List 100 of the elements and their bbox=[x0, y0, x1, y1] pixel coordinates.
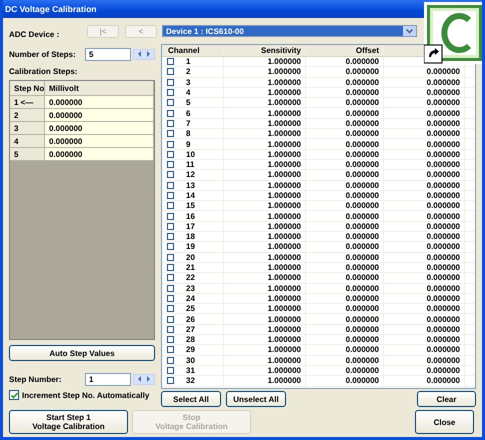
checkbox[interactable] bbox=[167, 120, 174, 127]
close-button[interactable]: Close bbox=[415, 410, 474, 434]
checkbox[interactable] bbox=[167, 89, 174, 96]
checkbox[interactable] bbox=[167, 130, 174, 138]
checkbox[interactable] bbox=[167, 78, 174, 86]
checkbox[interactable] bbox=[167, 346, 174, 354]
checkbox[interactable] bbox=[167, 202, 174, 210]
device-dropdown[interactable]: Device 1 : ICS610-00 bbox=[162, 25, 417, 37]
checkbox[interactable] bbox=[167, 171, 174, 178]
table-cell: 0.000000 bbox=[346, 356, 379, 365]
table-cell: 0.000000 bbox=[426, 242, 460, 252]
table-cell: 17 bbox=[186, 222, 195, 231]
checkbox[interactable] bbox=[167, 284, 174, 292]
table-cell: 1.000000 bbox=[268, 118, 301, 128]
table-cell: 0.000000 bbox=[346, 78, 379, 87]
checkbox[interactable] bbox=[167, 233, 174, 240]
table-cell: 0.000000 bbox=[346, 180, 379, 190]
checkbox[interactable] bbox=[167, 110, 174, 117]
table-cell: 0.000000 bbox=[346, 242, 379, 252]
table-cell: 1.000000 bbox=[268, 150, 301, 159]
row-header[interactable]: 4 bbox=[10, 135, 45, 147]
table-cell[interactable]: 0.000000 bbox=[45, 122, 154, 134]
table-cell: 1.000000 bbox=[268, 242, 301, 252]
table-cell: 12 bbox=[186, 170, 195, 180]
table-cell: 0.000000 bbox=[426, 273, 460, 282]
row-header[interactable]: 2 bbox=[10, 109, 45, 121]
checkbox[interactable] bbox=[167, 316, 174, 323]
table-cell: 20 bbox=[186, 252, 195, 262]
table-cell: 2 bbox=[186, 67, 190, 76]
checkbox[interactable] bbox=[167, 254, 174, 261]
table-cell: 0.000000 bbox=[346, 212, 379, 221]
table-cell: 9 bbox=[186, 140, 190, 149]
table-cell: 1.000000 bbox=[268, 366, 301, 376]
table-cell: 0.000000 bbox=[426, 232, 460, 242]
checkbox[interactable] bbox=[167, 58, 174, 66]
select-all-button[interactable]: Select All bbox=[161, 391, 221, 407]
checkbox[interactable] bbox=[167, 99, 174, 106]
checkbox[interactable] bbox=[167, 367, 174, 374]
row-header[interactable]: 3 bbox=[10, 122, 45, 134]
table-cell[interactable]: 0.000000 bbox=[45, 109, 154, 121]
checkbox[interactable] bbox=[9, 390, 19, 400]
table-cell[interactable]: 0.000000 bbox=[45, 135, 154, 147]
table-cell: 0.000000 bbox=[426, 108, 460, 118]
table-cell: 0.000000 bbox=[426, 98, 460, 108]
spin-button[interactable] bbox=[133, 48, 155, 60]
checkbox[interactable] bbox=[167, 294, 174, 302]
table-cell: 0.000000 bbox=[346, 263, 379, 272]
table-cell: 0.000000 bbox=[346, 201, 379, 210]
checkbox[interactable] bbox=[167, 243, 174, 250]
spin-button[interactable] bbox=[133, 374, 155, 384]
column-header: Millivolt bbox=[45, 81, 154, 95]
checkbox[interactable] bbox=[167, 326, 174, 333]
row-header[interactable]: 5 bbox=[10, 148, 45, 160]
table-cell: 1.000000 bbox=[268, 160, 301, 170]
table-cell: 0.000000 bbox=[426, 345, 460, 354]
table-cell: 0.000000 bbox=[346, 140, 379, 149]
steps-field[interactable]: 5 bbox=[85, 48, 131, 60]
table-cell: 0.000000 bbox=[346, 252, 379, 262]
table-cell: 0.000000 bbox=[426, 314, 460, 324]
table-cell: 0.000000 bbox=[426, 67, 460, 76]
row-header[interactable]: 1 <— bbox=[10, 96, 45, 108]
table-cell: 1.000000 bbox=[268, 273, 301, 282]
table-cell: 1.000000 bbox=[268, 212, 301, 221]
table-cell[interactable]: 0.000000 bbox=[45, 96, 154, 108]
table-cell: 0.000000 bbox=[426, 88, 460, 98]
checkbox[interactable] bbox=[167, 212, 174, 220]
table-cell: 0.000000 bbox=[426, 78, 460, 87]
checkbox[interactable] bbox=[167, 192, 174, 199]
auto-step-button[interactable]: Auto Step Values bbox=[9, 345, 155, 361]
table-cell[interactable]: 0.000000 bbox=[45, 148, 154, 160]
step-number-label: Step Number: bbox=[9, 374, 62, 384]
step-number-field[interactable]: 1 bbox=[85, 372, 131, 386]
start-calibration-button[interactable]: Start Step 1 Voltage Calibration bbox=[9, 410, 128, 434]
checkbox[interactable] bbox=[167, 377, 174, 384]
table-cell: 31 bbox=[186, 366, 195, 376]
checkbox[interactable] bbox=[167, 161, 174, 168]
table-cell: 15 bbox=[186, 201, 195, 210]
table-cell: 0.000000 bbox=[346, 191, 379, 200]
column-header: Channel bbox=[162, 45, 224, 56]
checkbox[interactable] bbox=[167, 182, 174, 189]
checkbox[interactable] bbox=[167, 336, 174, 344]
table-cell: 1.000000 bbox=[268, 222, 301, 231]
table-cell: 13 bbox=[186, 180, 195, 190]
table-cell: 1.000000 bbox=[268, 191, 301, 200]
checkbox[interactable] bbox=[167, 305, 174, 312]
table-cell: 0.000000 bbox=[346, 335, 379, 344]
checkbox[interactable] bbox=[167, 356, 174, 364]
checkbox[interactable] bbox=[167, 274, 174, 282]
checkbox[interactable] bbox=[167, 222, 174, 230]
unselect-all-button[interactable]: Unselect All bbox=[226, 391, 286, 407]
table-cell: 0.000000 bbox=[426, 294, 460, 303]
table-cell: 0.000000 bbox=[426, 284, 460, 293]
table-cell: 0.000000 bbox=[346, 88, 379, 98]
checkbox[interactable] bbox=[167, 150, 174, 158]
table-cell: 0.000000 bbox=[426, 129, 460, 138]
checkbox[interactable] bbox=[167, 140, 174, 148]
arrows-icon bbox=[138, 51, 150, 57]
checkbox[interactable] bbox=[167, 264, 174, 272]
clear-button[interactable]: Clear bbox=[417, 391, 476, 407]
checkbox[interactable] bbox=[167, 68, 174, 76]
